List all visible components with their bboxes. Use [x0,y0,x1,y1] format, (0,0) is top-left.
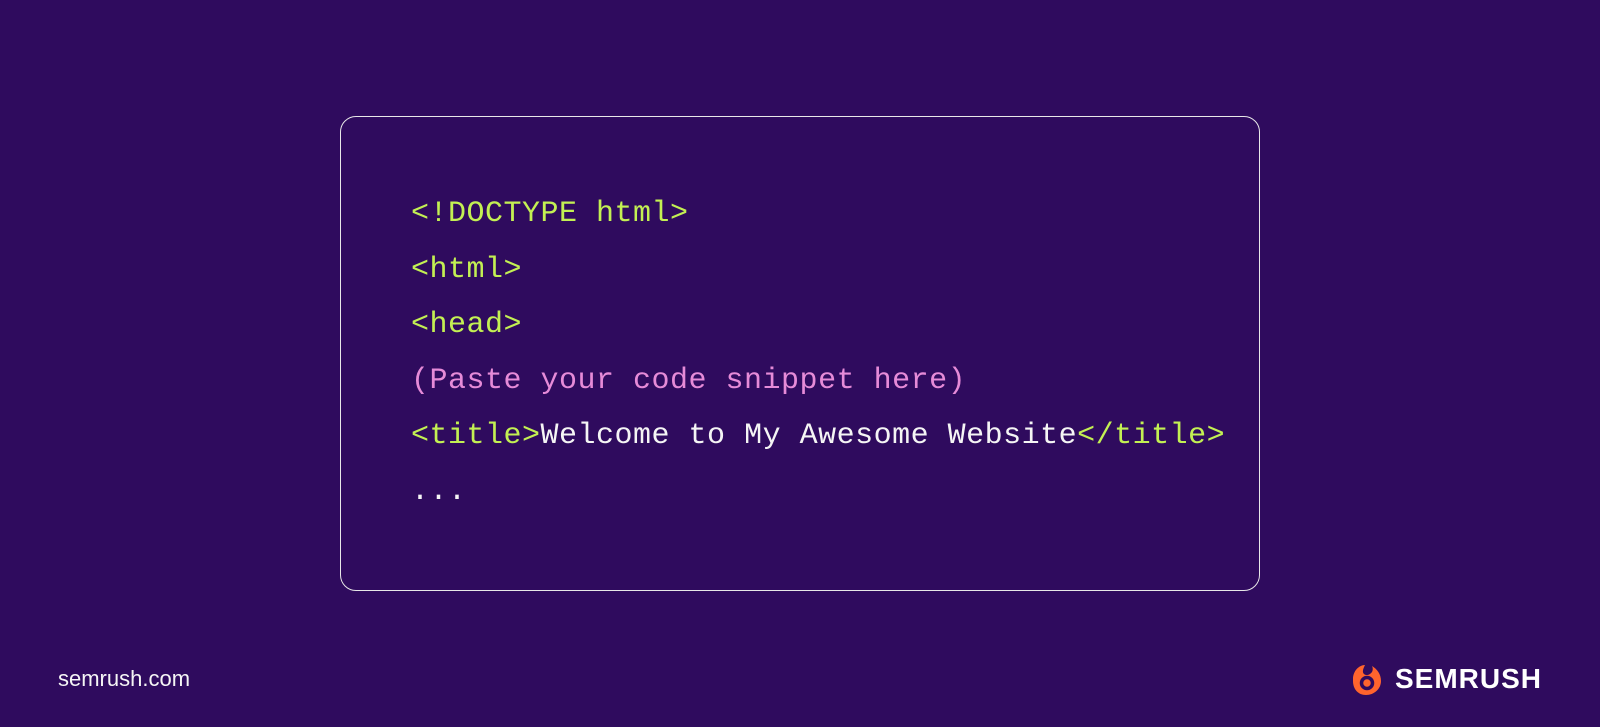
code-line-head: <head> [411,298,1199,354]
footer-url: semrush.com [58,666,190,692]
title-open-tag: <title> [411,419,541,453]
brand-logo: SEMRUSH [1345,659,1542,699]
code-line-ellipsis: ... [411,465,1199,521]
code-snippet-box: <!DOCTYPE html> <html> <head> (Paste you… [340,116,1260,591]
semrush-flame-icon [1345,659,1385,699]
title-content: Welcome to My Awesome Website [541,419,1078,453]
title-close-tag: </title> [1077,419,1225,453]
footer: semrush.com SEMRUSH [0,659,1600,699]
code-line-title: <title>Welcome to My Awesome Website</ti… [411,409,1199,465]
brand-name: SEMRUSH [1395,663,1542,695]
code-line-html: <html> [411,243,1199,299]
code-line-doctype: <!DOCTYPE html> [411,187,1199,243]
code-line-placeholder: (Paste your code snippet here) [411,354,1199,410]
